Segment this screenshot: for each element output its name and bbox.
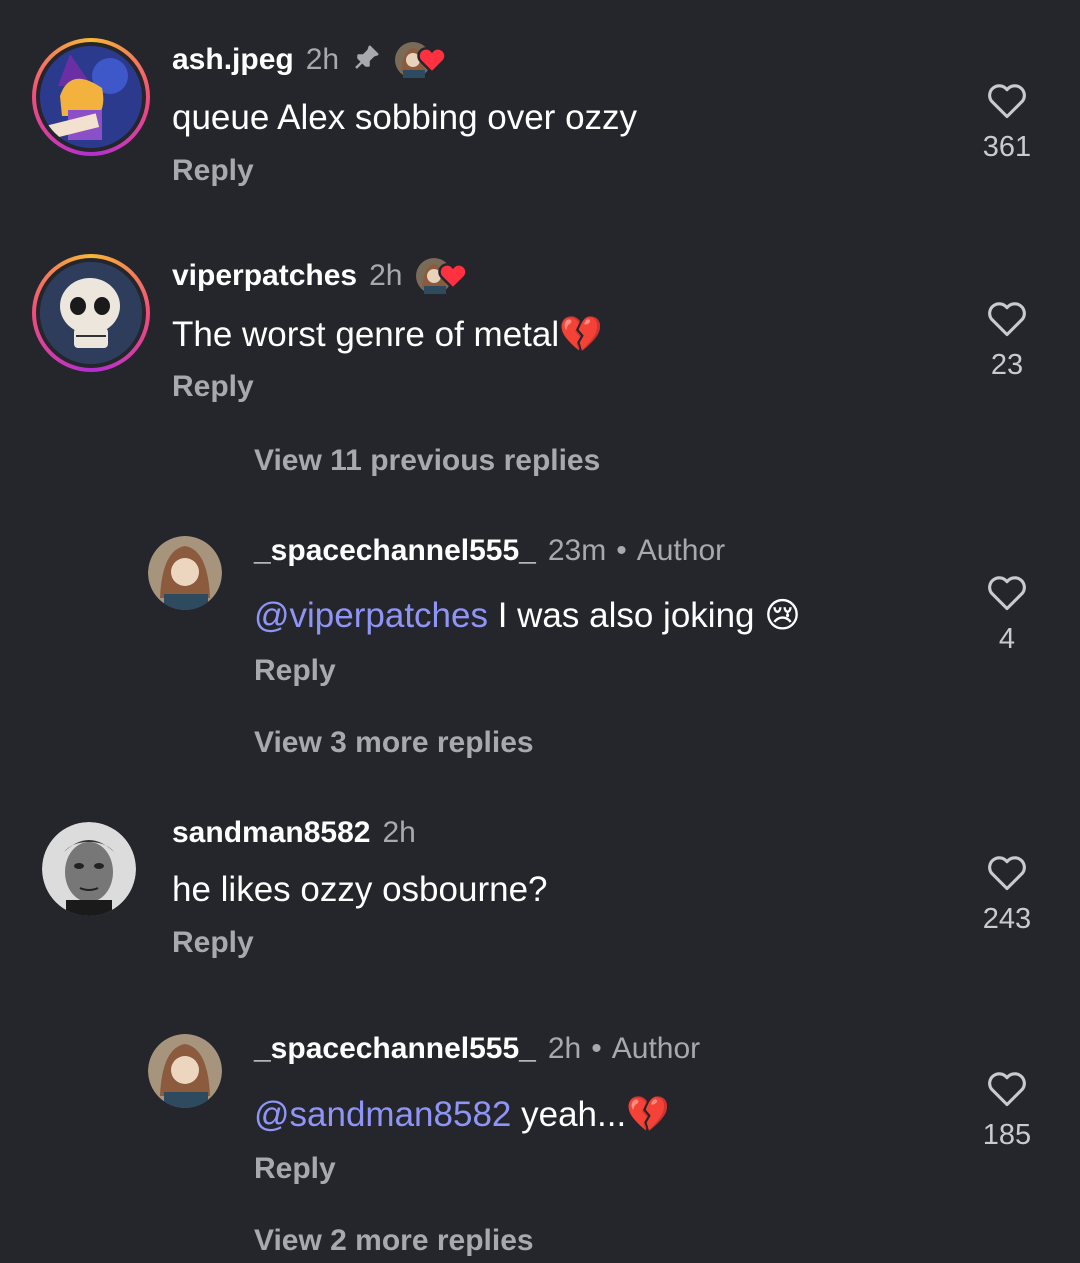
broken-heart-emoji: 💔 [559,315,603,354]
comment-body: he likes ozzy osbourne? [172,870,548,909]
comment-header: sandman8582 2h [172,816,416,850]
separator-dot: • [591,1032,602,1065]
avatar[interactable] [148,1034,222,1108]
reply-button[interactable]: Reply [172,926,254,960]
avatar[interactable] [32,38,150,156]
mention-link[interactable]: @viperpatches [254,596,488,635]
comment-ash-jpeg: ash.jpeg 2h queue Alex sobbing over ozzy… [0,0,1080,230]
broken-heart-emoji: 💔 [626,1095,670,1134]
view-previous-replies[interactable]: View 11 previous replies [254,444,600,478]
heart-outline-icon[interactable] [986,574,1028,612]
comment-viperpatches: viperpatches 2h The worst genre of metal… [0,230,1080,430]
timestamp: 2h [382,816,416,849]
like-count: 243 [982,903,1032,935]
author-badge: Author [636,534,726,567]
comment-body: The worst genre of metal [172,315,560,354]
like-button[interactable]: 4 [967,574,1047,656]
timestamp: 2h [305,43,340,76]
like-button[interactable]: 361 [967,82,1047,164]
comment-text: The worst genre of metal💔 [172,314,603,355]
like-count: 23 [990,349,1024,381]
heart-icon [438,263,469,290]
comment-header: ash.jpeg 2h [172,42,447,78]
reply-button[interactable]: Reply [172,370,254,404]
mention-link[interactable]: @sandman8582 [254,1095,511,1134]
like-count: 185 [982,1119,1032,1151]
timestamp: 2h [369,259,403,292]
like-count: 4 [998,623,1016,655]
comment-body: queue Alex sobbing over ozzy [172,98,638,137]
pin-icon [351,43,381,78]
username[interactable]: _spacechannel555_ [254,1032,536,1066]
heart-outline-icon[interactable] [986,300,1028,338]
comment-header: _spacechannel555_ 2h • Author [254,1032,700,1066]
heart-outline-icon[interactable] [986,854,1028,892]
timestamp: 2h [547,1032,582,1065]
username[interactable]: viperpatches [172,259,357,293]
comment-text: he likes ozzy osbourne? [172,870,548,910]
like-button[interactable]: 243 [967,854,1047,936]
heart-icon [417,47,447,74]
comment-text: @viperpatches I was also joking 😢 [254,596,801,636]
view-more-replies[interactable]: View 3 more replies [254,726,534,760]
reply-button[interactable]: Reply [254,654,336,688]
creator-liked-avatar [416,258,469,294]
like-button[interactable]: 23 [967,300,1047,382]
comment-header: _spacechannel555_ 23m • Author [254,534,725,568]
reply-button[interactable]: Reply [254,1152,336,1186]
author-badge: Author [611,1032,701,1065]
comment-header: viperpatches 2h [172,258,469,294]
comment-body: yeah... [511,1095,627,1134]
heart-outline-icon[interactable] [986,1070,1028,1108]
comment-spacechannel555-reply-1: _spacechannel555_ 23m • Author @viperpat… [0,520,1080,720]
heart-outline-icon[interactable] [986,82,1028,120]
username[interactable]: ash.jpeg [172,43,294,77]
like-button[interactable]: 185 [967,1070,1047,1152]
username[interactable]: sandman8582 [172,816,370,850]
view-more-replies[interactable]: View 2 more replies [254,1224,534,1258]
comment-text: @sandman8582 yeah...💔 [254,1094,670,1135]
avatar[interactable] [42,822,136,916]
avatar[interactable] [148,536,222,610]
crying-face-emoji: 😢 [764,596,801,635]
like-count: 361 [982,131,1032,163]
avatar[interactable] [32,254,150,372]
separator-dot: • [616,534,627,567]
reply-button[interactable]: Reply [172,154,254,188]
creator-liked-avatar [395,42,447,78]
comment-sandman8582: sandman8582 2h he likes ozzy osbourne? R… [0,800,1080,1000]
comment-spacechannel555-reply-2: _spacechannel555_ 2h • Author @sandman85… [0,1020,1080,1210]
comment-text: queue Alex sobbing over ozzy [172,98,637,138]
timestamp: 23m [547,534,607,567]
username[interactable]: _spacechannel555_ [254,534,536,568]
comment-body: I was also joking [487,596,765,635]
